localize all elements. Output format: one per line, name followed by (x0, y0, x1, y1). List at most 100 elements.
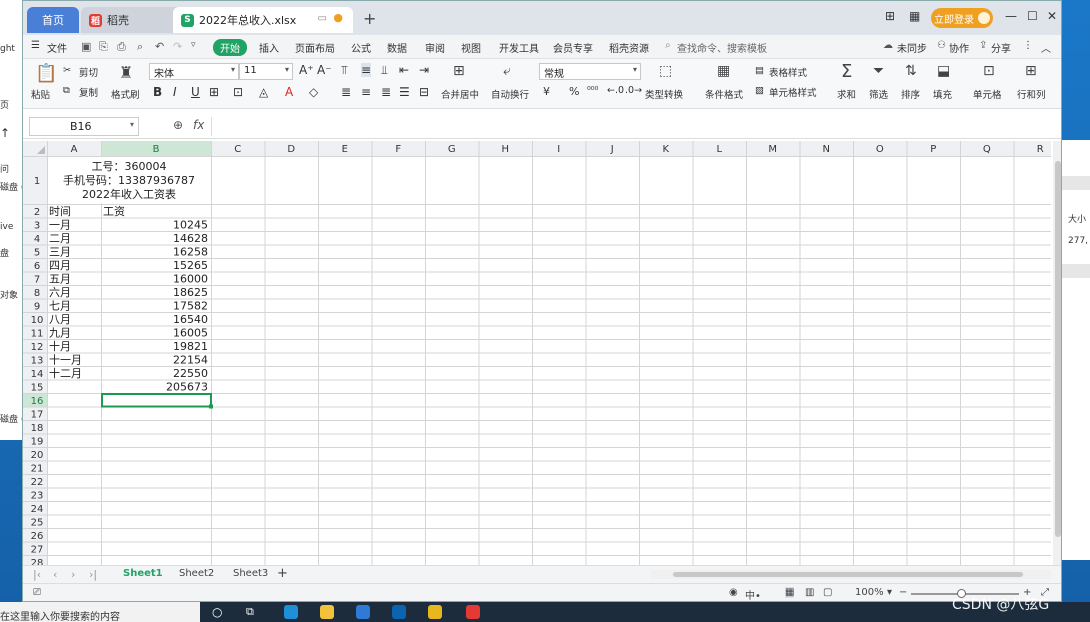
clear-icon[interactable]: ◇ (309, 85, 318, 99)
justify-icon[interactable]: ☰ (399, 85, 410, 99)
menu-page-layout[interactable]: 页面布局 (295, 40, 335, 55)
wps-taskbar-icon[interactable] (466, 605, 480, 619)
merge-cells-icon[interactable]: ⊞ (453, 63, 465, 79)
align-center-icon[interactable]: ≡ (361, 85, 371, 99)
indent-icon[interactable]: ⇥ (419, 63, 429, 77)
collab-button[interactable]: 协作 (949, 40, 969, 55)
last-sheet-icon[interactable]: ›| (89, 568, 97, 581)
increase-decimal-icon[interactable]: ←.0 (607, 85, 624, 96)
cell-button[interactable]: 单元格 (973, 87, 1002, 101)
minimize-icon[interactable]: — (1005, 9, 1017, 23)
paste-icon[interactable]: 📋 (35, 63, 57, 84)
edge-browser-icon[interactable] (284, 605, 298, 619)
format-painter-button[interactable]: 格式刷 (111, 87, 140, 101)
sheet-tab-sheet3[interactable]: Sheet3 (233, 568, 268, 579)
distributed-icon[interactable]: ⊟ (419, 85, 429, 99)
page-layout-view-icon[interactable]: ▥ (805, 587, 814, 598)
cut-icon[interactable]: ✂ (63, 65, 71, 76)
tab-home[interactable]: 首页 (27, 7, 79, 33)
merge-center-button[interactable]: 合并居中 (441, 87, 479, 101)
login-button[interactable]: 立即登录 (931, 8, 993, 28)
conditional-format-button[interactable]: 条件格式 (705, 87, 743, 101)
zoom-formula-icon[interactable]: ⊕ (173, 118, 183, 132)
align-bottom-icon[interactable]: ⫫ (381, 63, 388, 78)
save-icon[interactable]: ▣ (81, 40, 91, 53)
new-tab-button[interactable]: + (363, 9, 376, 28)
outdent-icon[interactable]: ⇤ (399, 63, 409, 77)
menu-data[interactable]: 数据 (387, 40, 407, 55)
sort-icon[interactable]: ⇅ (905, 63, 917, 79)
prev-sheet-icon[interactable]: ‹ (53, 568, 57, 581)
sum-icon[interactable]: Σ (841, 61, 852, 82)
font-grow-icon[interactable]: A⁺ (299, 63, 314, 77)
comment-icon[interactable]: ▭ (318, 13, 327, 24)
mail-icon[interactable] (392, 605, 406, 619)
font-name-select[interactable]: 宋体 ▾ (149, 63, 239, 80)
wrap-text-icon[interactable]: ⤶ (503, 63, 511, 79)
chevron-down-icon[interactable]: ▿ (191, 40, 196, 50)
menu-start[interactable]: 开始 (213, 39, 247, 56)
spreadsheet-grid[interactable]: A B C D E F G H I J K L M N O P Q R 1 2 3 4 5 6 7 8 9 10 11 12 13 14 15 1… (23, 141, 1051, 565)
menu-dev-tools[interactable]: 开发工具 (499, 40, 539, 55)
fill-icon[interactable]: ⬓ (937, 63, 950, 79)
font-size-select[interactable]: 11 ▾ (239, 63, 293, 80)
font-color-icon[interactable]: A (285, 85, 293, 99)
vertical-scroll-thumb[interactable] (1055, 161, 1061, 537)
layout-icon[interactable]: ⊞ (885, 9, 895, 23)
input-method-icon[interactable]: 中• (745, 587, 761, 601)
underline-icon[interactable]: U (191, 85, 200, 99)
paste-button[interactable]: 粘贴 (31, 87, 50, 101)
copy-button[interactable]: 复制 (79, 85, 98, 99)
store-icon[interactable] (356, 605, 370, 619)
app-icon[interactable] (428, 605, 442, 619)
copy-icon[interactable]: ⧉ (63, 85, 70, 96)
menu-insert[interactable]: 插入 (259, 40, 279, 55)
horizontal-scrollbar[interactable] (651, 570, 1051, 579)
table-style-button[interactable]: 表格样式 (769, 65, 807, 79)
print-preview-icon[interactable]: ⌕ (137, 40, 143, 54)
wrap-text-button[interactable]: 自动换行 (491, 87, 529, 101)
close-icon[interactable]: ✕ (1047, 9, 1057, 23)
redo-icon[interactable]: ↷ (173, 40, 182, 53)
cell-style-icon[interactable]: ⊡ (233, 85, 243, 99)
percent-icon[interactable]: % (569, 85, 579, 98)
zoom-dropdown-icon[interactable]: ▾ (887, 587, 892, 598)
table-style-icon[interactable]: ▤ (755, 65, 764, 76)
sort-button[interactable]: 排序 (901, 87, 920, 101)
undo-icon[interactable]: ↶ (155, 40, 164, 53)
hamburger-icon[interactable]: ☰ (31, 40, 40, 51)
border-icon[interactable]: ⊞ (209, 85, 219, 99)
export-icon[interactable]: ⎘ (99, 40, 108, 54)
align-right-icon[interactable]: ≣ (381, 85, 391, 99)
taskbar-search-input[interactable]: 在这里输入你要搜索的内容 (0, 602, 200, 622)
eye-protection-icon[interactable]: ◉ (729, 587, 738, 598)
zoom-level[interactable]: 100% (855, 587, 884, 598)
collapse-ribbon-icon[interactable]: ︿ (1041, 40, 1051, 55)
apps-grid-icon[interactable]: ▦ (909, 9, 920, 23)
menu-daoke-resources[interactable]: 稻壳资源 (609, 40, 649, 55)
menu-view[interactable]: 视图 (461, 40, 481, 55)
cell-style-button[interactable]: 单元格样式 (769, 85, 817, 99)
task-view-icon[interactable]: ⧉ (246, 605, 260, 619)
type-convert-button[interactable]: 类型转换 (645, 87, 683, 101)
first-sheet-icon[interactable]: |‹ (33, 568, 41, 581)
menu-file[interactable]: 文件 (47, 40, 67, 55)
fx-icon[interactable]: fx (193, 118, 204, 132)
command-search-input[interactable]: 查找命令、搜索模板 (677, 40, 767, 55)
zoom-out-icon[interactable]: − (899, 587, 907, 598)
macro-icon[interactable]: ⎚ (33, 587, 41, 598)
align-middle-icon[interactable]: ≡ (361, 63, 372, 77)
page-break-view-icon[interactable]: ▢ (823, 587, 832, 598)
fill-handle[interactable] (209, 404, 213, 409)
decrease-decimal-icon[interactable]: .0→ (625, 85, 642, 96)
italic-icon[interactable]: I (173, 85, 177, 99)
cell-style-btn-icon[interactable]: ▧ (755, 85, 764, 96)
fill-color-icon[interactable]: ◬ (259, 85, 268, 99)
format-painter-icon[interactable]: ♜ (119, 63, 133, 82)
fill-button[interactable]: 填充 (933, 87, 952, 101)
vertical-scrollbar[interactable] (1053, 141, 1061, 565)
selected-cell[interactable] (101, 393, 212, 408)
maximize-icon[interactable]: ☐ (1027, 9, 1038, 23)
sync-status[interactable]: 未同步 (897, 40, 927, 55)
more-icon[interactable]: ⋮ (1023, 40, 1033, 51)
